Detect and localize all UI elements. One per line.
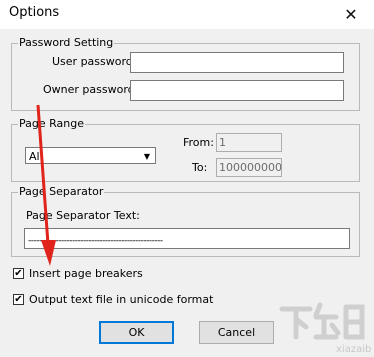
title-bar: Options ✕ [0, 0, 374, 29]
close-icon: ✕ [344, 5, 358, 24]
cancel-button[interactable]: Cancel [199, 321, 274, 344]
unicode-output-checkbox[interactable]: ✔ [13, 294, 24, 305]
watermark-text: xiazaiba.com [336, 344, 372, 355]
cancel-button-label: Cancel [217, 326, 256, 339]
owner-password-label: Owner password: [43, 83, 139, 96]
unicode-output-label[interactable]: Output text file in unicode format [29, 293, 213, 307]
ok-button-label: OK [128, 326, 145, 339]
password-setting-legend: Password Setting [18, 36, 115, 50]
insert-page-breakers-checkbox[interactable]: ✔ [13, 268, 24, 279]
page-range-select[interactable]: All ▼ [25, 147, 156, 164]
insert-page-breakers-label[interactable]: Insert page breakers [29, 267, 143, 281]
checkmark-icon: ✔ [14, 293, 23, 305]
user-password-label: User password: [52, 55, 137, 68]
to-label: To: [192, 161, 208, 174]
page-range-legend: Page Range [18, 117, 85, 131]
from-label: From: [183, 136, 214, 149]
ok-button[interactable]: OK [99, 321, 174, 344]
separator-text-label: Page Separator Text: [26, 209, 140, 222]
to-field[interactable]: 100000000 [216, 158, 282, 177]
page-range-selected: All [29, 150, 43, 163]
watermark-logo: xiazaiba.com [279, 302, 372, 355]
owner-password-field[interactable] [130, 80, 344, 101]
window-title: Options [9, 5, 60, 20]
separator-text-field[interactable]: ----------------------------------------… [24, 228, 350, 249]
close-button[interactable]: ✕ [328, 0, 374, 29]
from-field[interactable]: 1 [216, 133, 282, 152]
checkmark-icon: ✔ [14, 267, 23, 279]
user-password-field[interactable] [130, 52, 344, 73]
chevron-down-icon: ▼ [143, 151, 151, 161]
separator-text-value: ----------------------------------------… [28, 236, 163, 246]
page-separator-legend: Page Separator [18, 185, 105, 199]
